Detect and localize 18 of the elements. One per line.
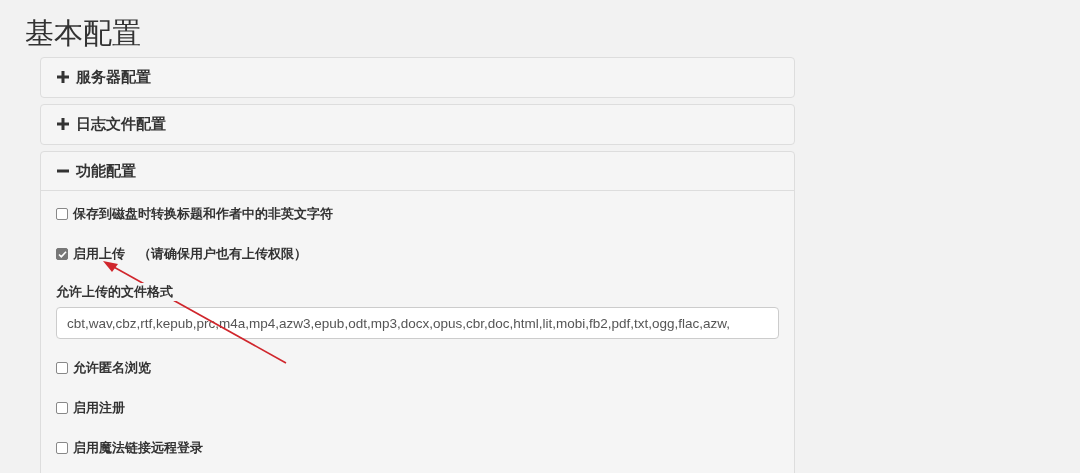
plus-icon [56, 70, 70, 84]
checkbox[interactable] [56, 442, 68, 454]
checkbox[interactable] [56, 402, 68, 414]
checkbox[interactable] [56, 208, 68, 220]
panel-header[interactable]: 日志文件配置 [41, 105, 794, 144]
checkbox-label[interactable]: 保存到磁盘时转换标题和作者中的非英文字符 [73, 205, 333, 223]
field-label: 允许上传的文件格式 [56, 283, 177, 301]
checkbox-label[interactable]: 允许匿名浏览 [73, 359, 151, 377]
page-title: 基本配置 [24, 16, 142, 51]
panel-header[interactable]: 服务器配置 [41, 58, 794, 97]
checkbox[interactable] [56, 248, 68, 260]
panel-header[interactable]: 功能配置 [41, 152, 794, 191]
plus-icon [56, 117, 70, 131]
checkbox-label[interactable]: 启用魔法链接远程登录 [73, 439, 203, 457]
checkbox-label[interactable]: 启用注册 [73, 399, 125, 417]
hint-text: （请确保用户也有上传权限） [138, 245, 307, 263]
checkbox[interactable] [56, 362, 68, 374]
checkbox-label[interactable]: 启用上传 [73, 245, 125, 263]
